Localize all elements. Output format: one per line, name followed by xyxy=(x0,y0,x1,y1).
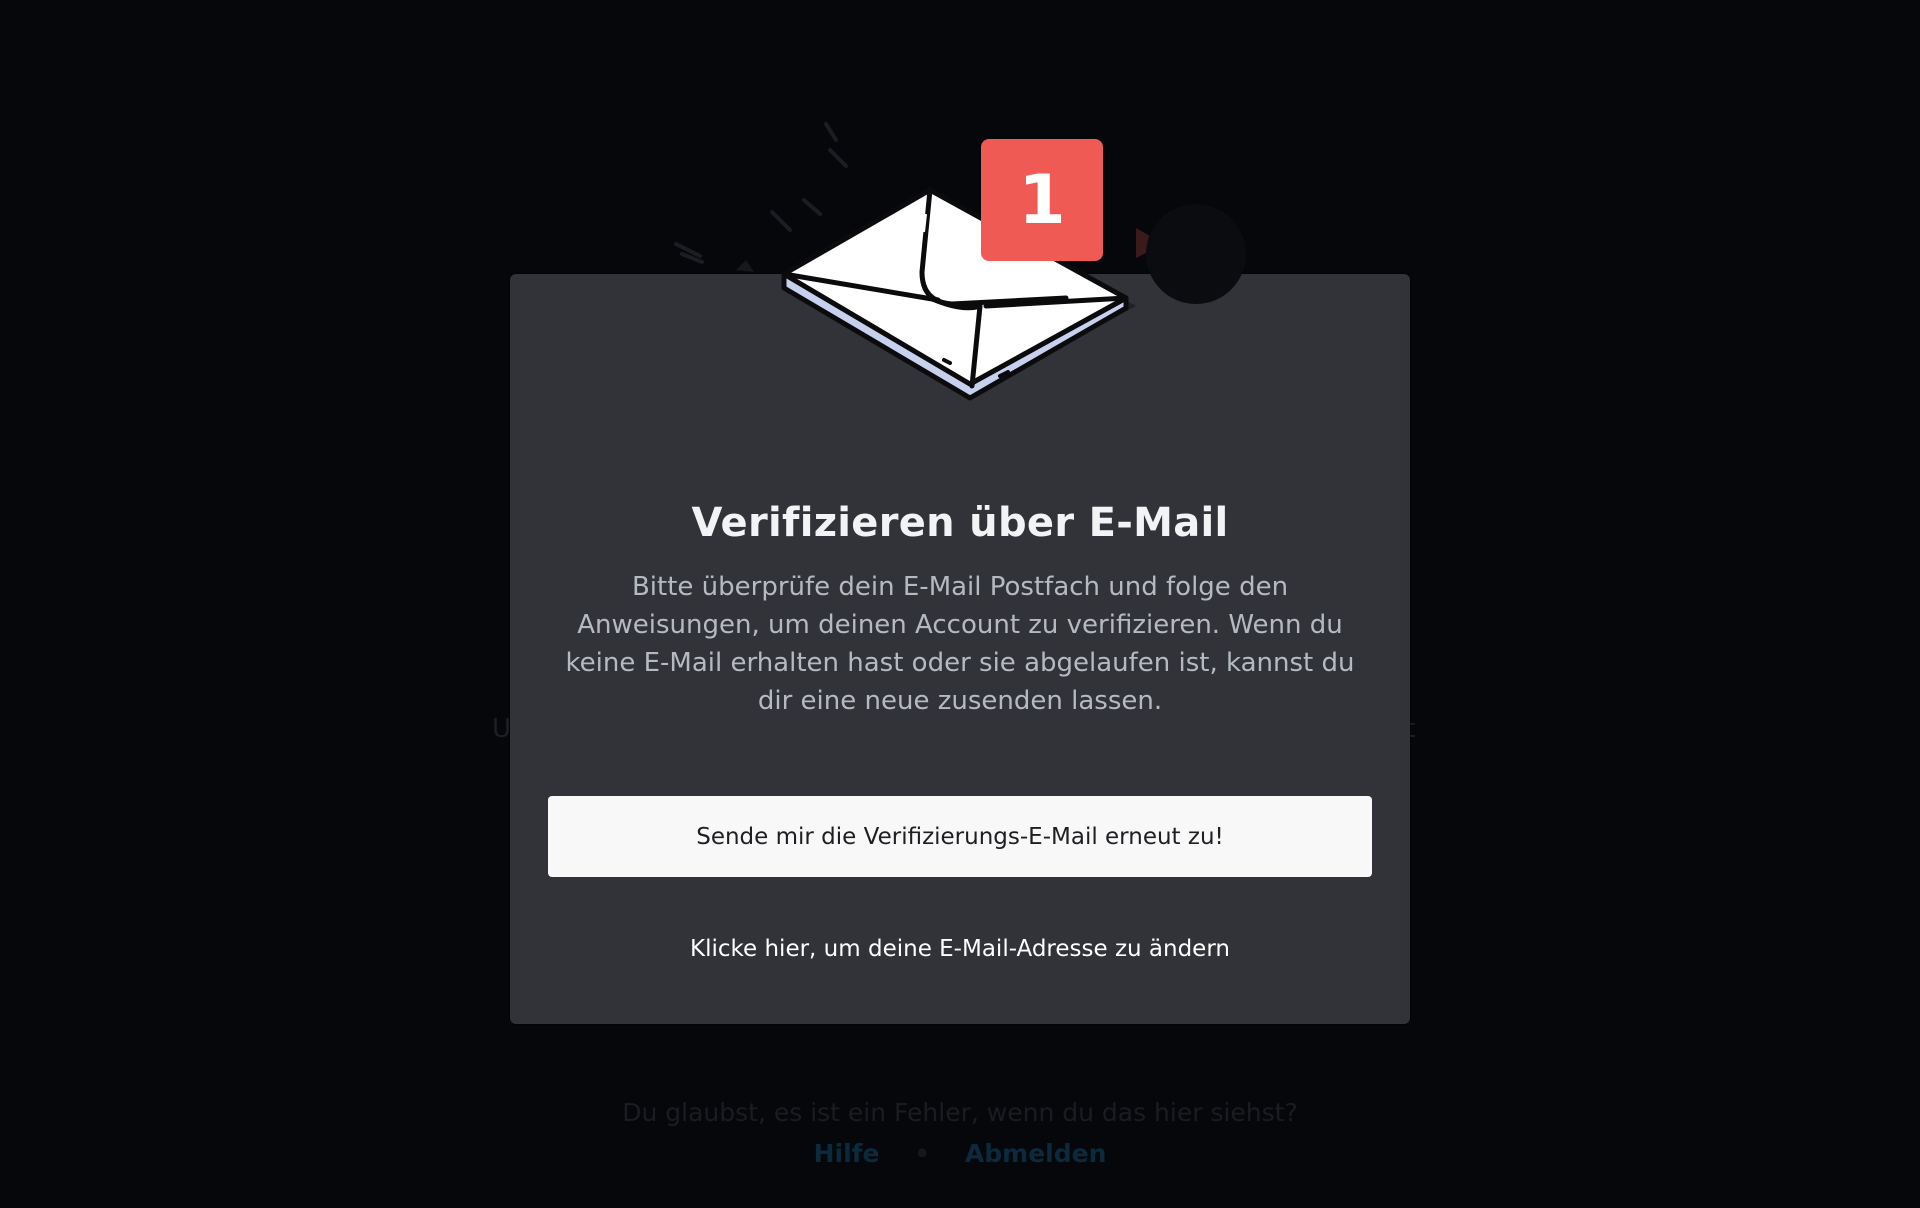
change-email-link[interactable]: Klicke hier, um deine E-Mail-Adresse zu … xyxy=(510,936,1410,962)
background-text-left: U xyxy=(492,714,512,744)
page: U it Du glaubst, es ist ein Fehler, wenn… xyxy=(0,0,1920,1208)
help-link[interactable]: Hilfe xyxy=(814,1139,880,1168)
envelope-icon xyxy=(674,122,1246,401)
notification-badge: 1 xyxy=(981,139,1103,261)
footer-links: Hilfe • Abmelden xyxy=(0,1139,1920,1168)
modal-title: Verifizieren über E-Mail xyxy=(691,500,1229,546)
footer-question: Du glaubst, es ist ein Fehler, wenn du d… xyxy=(622,1098,1298,1127)
resend-verification-button[interactable]: Sende mir die Verifizierungs-E-Mail erne… xyxy=(548,796,1372,877)
modal-description: Bitte überprüfe dein E-Mail Postfach und… xyxy=(565,572,1355,716)
resend-verification-label: Sende mir die Verifizierungs-E-Mail erne… xyxy=(696,823,1224,850)
logout-link[interactable]: Abmelden xyxy=(965,1139,1106,1168)
footer-separator: • xyxy=(914,1139,931,1168)
